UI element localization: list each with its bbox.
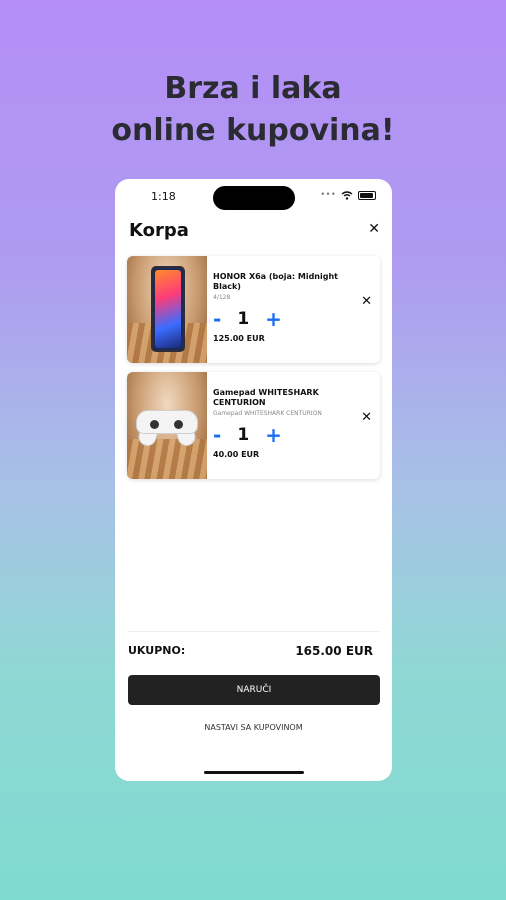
remove-item-icon[interactable]: ✕	[361, 294, 372, 309]
cart-title: Korpa	[129, 220, 189, 241]
product-image	[127, 372, 207, 479]
cart-item: HONOR X6a (boja: Midnight Black) 4/128 -…	[127, 256, 380, 363]
item-price: 125.00 EUR	[213, 334, 265, 343]
quantity-value: 1	[237, 425, 250, 445]
home-indicator	[204, 771, 304, 774]
cart-item: Gamepad WHITESHARK CENTURION Gamepad WHI…	[127, 372, 380, 479]
decrease-quantity-button[interactable]: -	[213, 425, 221, 445]
status-icons: •••	[320, 190, 376, 200]
item-name: HONOR X6a (boja: Midnight Black)	[213, 272, 338, 291]
promo-headline-line2: online kupovina!	[111, 113, 395, 148]
phone-frame: 1:18 ••• Korpa ✕ HONOR X6a (boja: Midnig…	[115, 179, 392, 781]
quantity-stepper: - 1 +	[213, 424, 343, 446]
cart-header: Korpa ✕	[129, 217, 380, 243]
total-label: UKUPNO:	[128, 644, 186, 657]
item-variant: Gamepad WHITESHARK CENTURION	[213, 410, 322, 417]
promo-headline-line1: Brza i laka	[164, 71, 342, 106]
dynamic-island	[213, 186, 295, 210]
item-info: HONOR X6a (boja: Midnight Black) 4/128 -…	[213, 272, 343, 343]
battery-icon	[358, 190, 376, 200]
item-variant: 4/128	[213, 294, 231, 301]
product-image	[127, 256, 207, 363]
item-name: Gamepad WHITESHARK CENTURION	[213, 388, 319, 407]
signal-icon: •••	[320, 190, 336, 200]
decrease-quantity-button[interactable]: -	[213, 309, 221, 329]
order-button[interactable]: NARUČI	[128, 675, 380, 705]
continue-shopping-link[interactable]: NASTAVI SA KUPOVINOM	[115, 723, 392, 732]
status-time: 1:18	[151, 190, 176, 203]
gamepad-image	[136, 406, 198, 448]
remove-item-icon[interactable]: ✕	[361, 410, 372, 425]
quantity-stepper: - 1 +	[213, 308, 343, 330]
close-icon[interactable]: ✕	[368, 221, 380, 237]
promo-headline: Brza i laka online kupovina!	[0, 68, 506, 152]
smartphone-image	[151, 266, 185, 352]
wifi-icon	[341, 190, 353, 200]
item-info: Gamepad WHITESHARK CENTURION Gamepad WHI…	[213, 388, 343, 459]
status-bar: 1:18 •••	[115, 179, 392, 215]
item-price: 40.00 EUR	[213, 450, 260, 459]
divider	[127, 631, 380, 632]
increase-quantity-button[interactable]: +	[265, 309, 282, 329]
quantity-value: 1	[237, 309, 250, 329]
increase-quantity-button[interactable]: +	[265, 425, 282, 445]
total-value: 165.00 EUR	[295, 644, 373, 658]
